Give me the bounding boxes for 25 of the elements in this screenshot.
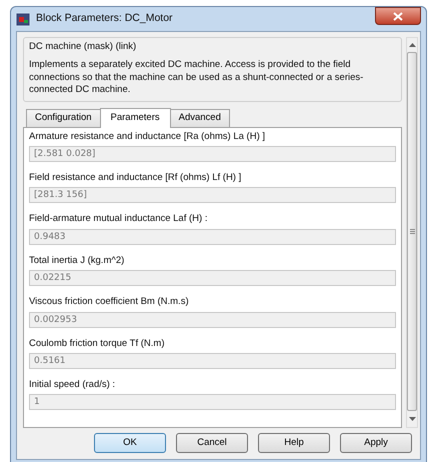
tab[interactable]: Advanced: [170, 109, 230, 127]
description-text: Implements a separately excited DC machine. Access is provided to the field connections so that the machine can be used as a shunt-connected or a series-connected DC machine.: [29, 59, 364, 96]
parameter-label: Total inertia J (kg.m^2): [29, 254, 126, 266]
down-arrow-icon[interactable]: [408, 417, 416, 421]
up-arrow-icon[interactable]: [408, 43, 416, 47]
close-button[interactable]: [375, 7, 421, 25]
close-icon: [393, 12, 403, 20]
parameter-label: Field resistance and inductance [Rf (ohms) Lf (H) ]: [29, 172, 242, 184]
dialog-button[interactable]: Apply: [340, 433, 412, 453]
tab[interactable]: Parameters: [100, 108, 171, 128]
scrollbar[interactable]: [406, 37, 418, 428]
group-title: DC machine (mask) (link): [29, 40, 138, 54]
dialog-button[interactable]: OK: [94, 433, 166, 453]
grip-icon: [410, 229, 414, 234]
parameter-label: Field-armature mutual inductance Laf (H) :: [29, 213, 208, 225]
scrollbar-thumb[interactable]: [407, 52, 417, 411]
dialog-button[interactable]: Cancel: [176, 433, 248, 453]
parameter-label: Coulomb friction torque Tf (N.m): [29, 338, 166, 349]
dialog-button[interactable]: Help: [258, 433, 330, 453]
tab[interactable]: Configuration: [26, 109, 101, 127]
parameter-label: Viscous friction coefficient Bm (N.m.s): [29, 296, 190, 308]
parameter-label: Armature resistance and inductance [Ra (ohms) La (H) ]: [29, 130, 266, 142]
parameter-label: Initial speed (rad/s) :: [29, 378, 116, 390]
block-icon: [16, 12, 30, 26]
window-title: Block Parameters: DC_Motor: [36, 11, 173, 26]
